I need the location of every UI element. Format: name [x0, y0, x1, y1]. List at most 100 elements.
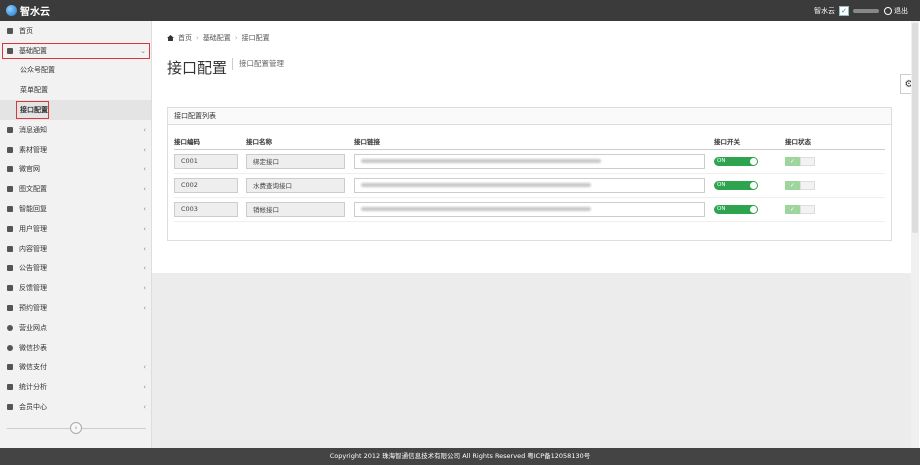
users-icon — [7, 404, 13, 411]
chevron-left-icon: ‹ — [143, 264, 146, 273]
avatar[interactable]: ✓ — [839, 5, 849, 16]
col-header-name: 接口名称 — [246, 133, 354, 150]
status-toggle[interactable]: ✓ — [785, 204, 885, 214]
sidebar-item-account-config[interactable]: 公众号配置 — [0, 61, 151, 81]
sidebar-item-users[interactable]: 用户管理 ‹ — [0, 219, 151, 239]
breadcrumb: 首页 › 基础配置 › 接口配置 — [167, 33, 270, 43]
sidebar-item-home[interactable]: 首页 — [0, 21, 151, 41]
sidebar-item-outlets[interactable]: 营业网点 — [0, 318, 151, 338]
name-field: 绑定接口 — [246, 153, 345, 169]
chevron-left-icon: ‹ — [143, 383, 146, 392]
logo[interactable]: 智水云 — [6, 3, 50, 18]
page-title: 接口配置 — [167, 59, 228, 77]
sidebar-item-statistics[interactable]: 统计分析 ‹ — [0, 377, 151, 397]
edit-icon — [7, 146, 13, 153]
scrollbar-thumb[interactable] — [912, 23, 918, 233]
chevron-left-icon: ‹ — [143, 363, 146, 372]
sidebar-item-label: 微官网 — [19, 165, 40, 174]
table-header-row: 接口编码 接口名称 接口链接 接口开关 接口状态 — [174, 133, 885, 150]
sidebar-item-payment[interactable]: 微信支付 ‹ — [0, 358, 151, 378]
status-toggle[interactable]: ✓ — [785, 156, 885, 166]
chevron-left-icon: ‹ — [143, 165, 146, 174]
table-row: C002 水费查询接口 ON ✓ — [174, 173, 885, 198]
edit-icon — [7, 186, 13, 193]
sidebar-item-materials[interactable]: 素材管理 ‹ — [0, 140, 151, 160]
sidebar-item-label: 反馈管理 — [19, 284, 47, 293]
sidebar-item-feedback[interactable]: 反馈管理 ‹ — [0, 278, 151, 298]
chevron-left-icon: ‹ — [143, 244, 146, 253]
power-icon — [884, 6, 892, 15]
name-field: 水费查询接口 — [246, 177, 345, 193]
user-name: 智水云 — [814, 6, 835, 15]
switch-toggle[interactable]: ON — [714, 156, 758, 166]
sidebar-item-label: 图文配置 — [19, 185, 47, 194]
switch-toggle[interactable]: ON — [714, 204, 758, 214]
sidebar-item-content[interactable]: 内容管理 ‹ — [0, 239, 151, 259]
sidebar-item-label: 营业网点 — [19, 323, 47, 332]
chevron-left-icon: ‹ — [143, 125, 146, 134]
reply-icon — [7, 206, 13, 213]
logout-link[interactable]: 退出 — [894, 6, 908, 16]
chevron-left-icon: ‹ — [143, 284, 146, 293]
url-blurred — [361, 159, 601, 163]
sidebar-item-label: 智能回复 — [19, 205, 47, 214]
table-row: C001 绑定接口 ON ✓ — [174, 149, 885, 174]
sidebar-collapse-button[interactable]: ‹ — [70, 422, 82, 434]
col-header-url: 接口链接 — [354, 133, 714, 150]
toggle-label: ON — [717, 205, 726, 212]
sidebar-item-notifications[interactable]: 消息通知 ‹ — [0, 120, 151, 140]
sidebar-item-label: 会员中心 — [19, 403, 47, 412]
url-blurred — [361, 207, 591, 211]
breadcrumb-separator: › — [234, 34, 238, 42]
check-icon: ✓ — [785, 204, 800, 214]
sidebar-item-article-config[interactable]: 图文配置 ‹ — [0, 179, 151, 199]
chevron-left-icon: ‹ — [143, 205, 146, 214]
globe-icon — [7, 324, 13, 331]
edit-icon — [7, 285, 13, 292]
status-off-part — [800, 180, 815, 190]
scrollbar[interactable] — [911, 21, 919, 448]
switch-toggle[interactable]: ON — [714, 180, 758, 190]
sidebar-divider: ‹ — [7, 422, 146, 434]
toggle-label: ON — [717, 157, 726, 164]
chevron-left-icon: ‹ — [143, 145, 146, 154]
sidebar-item-members[interactable]: 会员中心 ‹ — [0, 397, 151, 417]
home-icon — [7, 27, 13, 34]
status-toggle[interactable]: ✓ — [785, 180, 885, 190]
sidebar-item-menu-config[interactable]: 菜单配置 — [0, 80, 151, 100]
user-area: 智水云 ✓ 退出 — [814, 0, 908, 21]
check-icon: ✓ — [785, 156, 800, 166]
col-header-code: 接口编码 — [174, 133, 246, 150]
sidebar-item-label: 统计分析 — [19, 383, 47, 392]
logo-icon — [6, 5, 17, 16]
toggle-knob — [750, 157, 757, 165]
sidebar: 首页 基础配置 ⌄ 公众号配置 菜单配置 接口配置 消息通知 ‹ 素材管理 ‹ 微官网… — [0, 21, 152, 448]
message-icon — [7, 126, 13, 133]
highlight-box-api-config — [16, 101, 49, 119]
code-field: C003 — [174, 201, 238, 217]
col-header-status: 接口状态 — [785, 133, 885, 150]
page-subtitle: 接口配置管理 — [232, 58, 284, 70]
content-area: 首页 › 基础配置 › 接口配置 接口配置 接口配置管理 接口配置列表 接口编码… — [152, 21, 911, 273]
chevron-left-icon: ‹ — [143, 224, 146, 233]
url-input[interactable] — [354, 153, 705, 169]
top-bar: 智水云 智水云 ✓ 退出 — [0, 0, 920, 21]
sidebar-item-label: 菜单配置 — [20, 86, 48, 95]
sidebar-item-auto-reply[interactable]: 智能回复 ‹ — [0, 199, 151, 219]
sidebar-item-appointments[interactable]: 预约管理 ‹ — [0, 298, 151, 318]
url-input[interactable] — [354, 177, 705, 193]
sidebar-item-label: 素材管理 — [19, 145, 47, 154]
url-input[interactable] — [354, 201, 705, 217]
monitor-icon — [7, 166, 13, 173]
sidebar-item-label: 消息通知 — [19, 125, 47, 134]
breadcrumb-level1[interactable]: 基础配置 — [203, 33, 231, 43]
sidebar-item-microsite[interactable]: 微官网 ‹ — [0, 160, 151, 180]
home-icon — [167, 35, 174, 41]
panel-title: 接口配置列表 — [168, 108, 891, 125]
breadcrumb-home[interactable]: 首页 — [178, 33, 192, 43]
sidebar-item-announcements[interactable]: 公告管理 ‹ — [0, 259, 151, 279]
sidebar-item-meter-reading[interactable]: 微信抄表 — [0, 338, 151, 358]
card-icon — [7, 364, 13, 371]
sidebar-item-label: 预约管理 — [19, 304, 47, 313]
table-row: C003 销帐接口 ON ✓ — [174, 197, 885, 222]
